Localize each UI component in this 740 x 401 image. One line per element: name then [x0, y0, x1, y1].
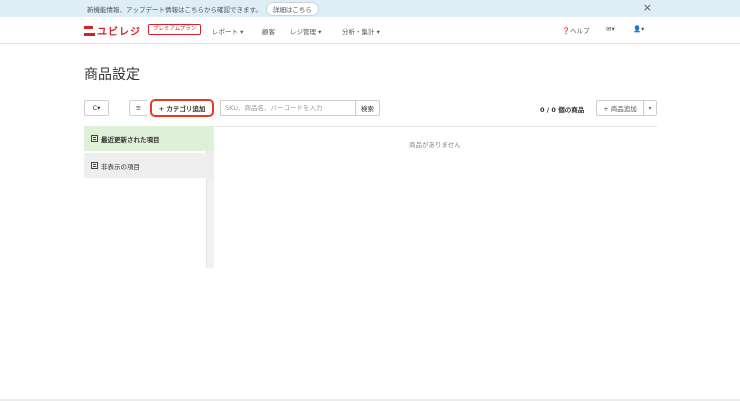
document-icon [91, 162, 98, 169]
banner-details-link[interactable]: 詳細はこちら [265, 1, 319, 16]
refresh-button[interactable]: C▾ [84, 100, 109, 116]
sidebar-item-recent[interactable]: 最近更新された項目 [84, 126, 214, 151]
page-title: 商品設定 [84, 67, 140, 83]
nav-report[interactable]: レポート ▾ [212, 26, 243, 36]
close-icon[interactable]: × [643, 2, 652, 14]
product-count: 0 / 0 個の商品 [540, 106, 585, 114]
premium-plan-badge[interactable]: プレミアムプラン [148, 24, 202, 35]
nav-register-management[interactable]: レジ管理 ▾ [290, 26, 321, 36]
search-button[interactable]: 検索 [355, 100, 380, 116]
nav-customers[interactable]: 顧客 [262, 26, 275, 36]
add-product-button[interactable]: + 商品追加 [596, 100, 644, 116]
help-link[interactable]: ❓ヘルプ [562, 25, 590, 35]
nav-analytics[interactable]: 分析・集計 ▾ [342, 26, 380, 36]
content-divider [214, 126, 657, 127]
logo-mark-icon [84, 25, 95, 36]
list-icon[interactable]: ≡ [129, 100, 147, 116]
sidebar-item-label: 非表示の項目 [101, 162, 140, 171]
navbar: ユビレジ プレミアムプラン レポート ▾ 顧客 レジ管理 ▾ 分析・集計 ▾ ❓… [0, 17, 740, 44]
sidebar-item-hidden[interactable]: 非表示の項目 [84, 153, 214, 178]
logo[interactable]: ユビレジ [84, 25, 141, 38]
empty-message: 商品がありません [409, 141, 461, 149]
info-banner: 新機能情報、アップデート情報はこちらから確認できます。 詳細はこちら × [0, 0, 740, 17]
user-menu-icon[interactable]: 👤▾ [633, 25, 644, 33]
logo-text: ユビレジ [97, 27, 141, 38]
search-input[interactable] [220, 100, 355, 116]
add-category-button[interactable]: + カテゴリ追加 [150, 99, 214, 117]
banner-text: 新機能情報、アップデート情報はこちらから確認できます。 [87, 5, 262, 14]
document-icon [91, 135, 98, 142]
sidebar-item-label: 最近更新された項目 [101, 135, 160, 144]
mail-icon[interactable]: ✉▾ [606, 25, 615, 33]
add-product-dropdown-icon[interactable]: ▾ [644, 100, 657, 116]
